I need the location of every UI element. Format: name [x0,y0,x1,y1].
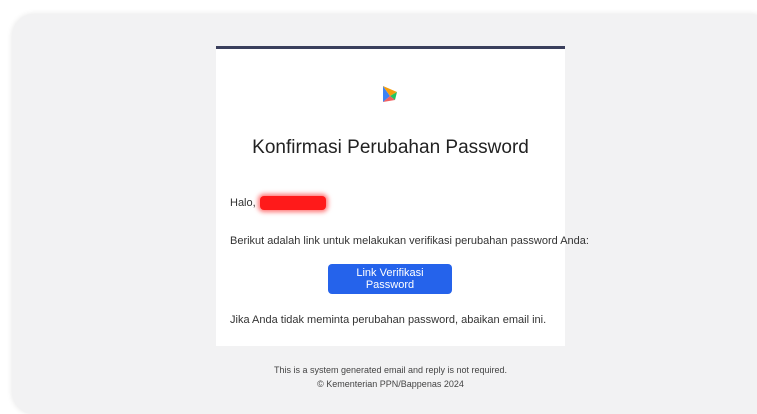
intro-text: Berikut adalah link untuk melakukan veri… [230,235,589,247]
greeting-text: Halo, [230,197,256,209]
bappenas-logo-icon [380,84,400,104]
viewport: Konfirmasi Perubahan Password Halo, Beri… [0,0,757,414]
footer-copyright: © Kementerian PPN/Bappenas 2024 [317,379,464,389]
redacted-username [259,196,326,210]
email-footer: This is a system generated email and rep… [216,363,565,391]
verify-password-link-button[interactable]: Link Verifikasi Password [328,264,452,294]
email-card: Konfirmasi Perubahan Password Halo, Beri… [216,46,589,346]
greeting-row: Halo, [230,196,326,210]
ignore-notice: Jika Anda tidak meminta perubahan passwo… [230,314,547,326]
footer-notice: This is a system generated email and rep… [273,365,508,375]
email-title: Konfirmasi Perubahan Password [252,137,529,158]
